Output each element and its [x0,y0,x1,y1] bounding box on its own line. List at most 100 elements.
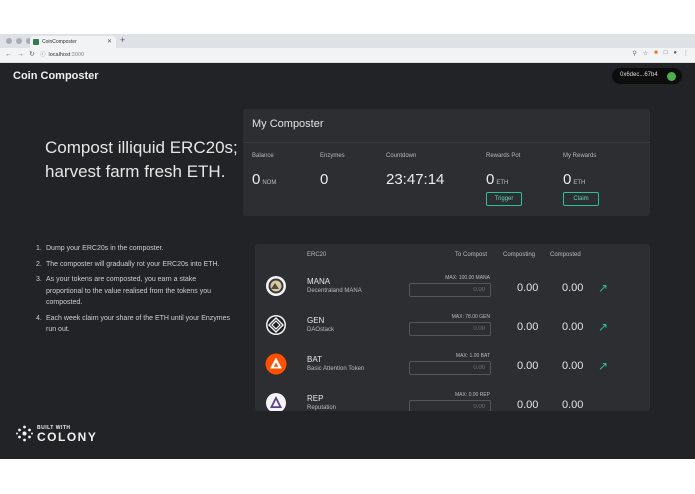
composted-value: 0.00 [562,282,584,294]
compost-amount-input[interactable] [409,322,491,336]
info-icon[interactable]: ⓘ [40,52,46,58]
countdown-label: Countdown [386,153,417,159]
tab-bar: CoinComposter ✕ + [0,34,695,48]
composted-value: 0.00 [562,321,584,333]
rep-token-icon [266,393,286,411]
token-name: Decentraland MANA [307,288,362,294]
rewards-pot-unit: ETH [496,180,509,186]
composting-value: 0.00 [517,282,539,294]
max-amount: MAX: 78.00 GEN [451,314,490,320]
wallet-avatar-icon [667,72,676,81]
card-divider [243,142,650,143]
compost-amount-input[interactable] [409,361,491,375]
max-amount: MAX: 0.00 REP [454,392,490,398]
my-rewards-unit: ETH [573,180,586,186]
rewards-pot-value: 0 ETH [486,171,509,188]
token-name: Basic Attention Token [307,366,365,372]
trigger-button[interactable]: Trigger [486,192,522,206]
table-row: BAT Basic Attention Token MAX: 1.00 BAT … [255,347,650,387]
composted-value: 0.00 [562,399,584,411]
browser-toolbar: ←→↻ ⓘ localhost:3000 ⚲ ☆ ■ □ ● ⋮ [0,48,695,62]
extension-icon[interactable]: ■ [654,50,658,57]
composting-value: 0.00 [517,360,539,372]
composted-value: 0.00 [562,360,584,372]
balance-unit: NOM [262,180,277,186]
bookmark-star-icon[interactable]: ☆ [643,50,648,57]
header-erc20: ERC20 [307,252,327,258]
browser-tab[interactable]: CoinComposter ✕ [30,36,116,48]
app-root: Coin Composter 0x6dec...67b4 Compost ill… [0,63,695,459]
countdown-value: 23:47:14 [386,171,445,188]
token-name: Reputation [307,405,337,411]
window-controls [6,38,32,44]
header-to-compost: To Compost [455,252,488,258]
header-composting: Composting [503,252,536,258]
browser-chrome: CoinComposter ✕ + ←→↻ ⓘ localhost:3000 ⚲ … [0,34,695,63]
composting-value: 0.00 [517,321,539,333]
zoom-icon[interactable]: ⚲ [632,50,636,57]
hero-line-2: harvest farm fresh ETH. [45,162,226,181]
composter-card: My Composter Balance 0 NOM Enzymes 0 Coun… [243,109,650,216]
balance-value: 0 NOM [252,171,277,188]
token-table[interactable]: ERC20 To Compost Composting Composted MA… [255,244,650,411]
gen-token-icon [266,315,286,335]
nav-buttons: ←→↻ [5,50,40,58]
wallet-address: 0x6dec...67b4 [620,72,658,78]
close-window-button[interactable] [6,38,12,44]
profile-icon[interactable]: ● [673,50,677,57]
instruction-step: 3. As your tokens are composted, you earn… [36,276,211,306]
hero-heading: Compost illiquid ERC20s; harvest farm fr… [45,136,238,184]
compost-arrow-icon[interactable]: ↗ [598,320,608,334]
reload-icon[interactable]: ↻ [29,51,40,58]
token-symbol: BAT [307,355,322,364]
hero-line-1: Compost illiquid ERC20s; [45,138,238,157]
colony-brand: COLONY [37,430,98,444]
bat-token-icon [265,353,287,375]
favicon-icon [33,39,39,45]
compost-amount-input[interactable] [409,283,491,297]
compost-arrow-icon[interactable]: ↗ [598,359,608,373]
table-row: GEN DAOstack MAX: 78.00 GEN 0.00 0.00 ↗ [255,308,650,348]
menu-icon[interactable]: ⋮ [683,50,689,57]
enzymes-label: Enzymes [320,153,345,159]
tab-title: CoinComposter [42,39,77,45]
forward-icon[interactable]: → [17,51,29,58]
composting-value: 0.00 [517,399,539,411]
table-row: MANA Decentraland MANA MAX: 100.00 MANA … [255,269,650,309]
minimize-window-button[interactable] [16,38,22,44]
token-symbol: GEN [307,316,325,325]
claim-button[interactable]: Claim [563,192,599,206]
colony-logo-icon [16,425,33,442]
back-icon[interactable]: ← [5,51,17,58]
rewards-pot-label: Rewards Pot [486,153,521,159]
balance-label: Balance [252,153,274,159]
table-row: REP Reputation MAX: 0.00 REP 0.00 0.00 [255,386,650,411]
url-host: localhost [48,52,71,58]
url-port: :3000 [70,52,84,58]
max-amount: MAX: 100.00 MANA [445,275,490,281]
my-rewards-label: My Rewards [563,153,597,159]
token-symbol: MANA [307,277,331,286]
app-title: Coin Composter [13,70,99,82]
mana-token-icon [266,276,286,296]
max-amount: MAX: 1.00 BAT [455,353,490,359]
instruction-step: 2. The composter will gradually rot your … [36,260,220,268]
token-symbol: REP [307,394,324,403]
wallet-address-button[interactable]: 0x6dec...67b4 [612,68,682,84]
close-tab-icon[interactable]: ✕ [107,38,112,45]
screenshot: CoinComposter ✕ + ←→↻ ⓘ localhost:3000 ⚲ … [0,0,695,494]
composter-title: My Composter [252,118,324,130]
instruction-step: 1. Dump your ERC20s in the composter. [36,245,164,252]
instruction-step: 4. Each week claim your share of the ETH … [36,314,231,334]
compost-arrow-icon[interactable]: ↗ [598,281,608,295]
instructions-list: 1. Dump your ERC20s in the composter. 2. T… [36,243,231,340]
compost-amount-input[interactable] [409,400,491,411]
address-bar[interactable]: ⓘ localhost:3000 [40,50,84,58]
token-name: DAOstack [307,327,335,333]
my-rewards-value: 0 ETH [563,171,586,188]
extension-square-icon[interactable]: □ [664,50,668,57]
enzymes-value: 0 [320,171,329,188]
header-composted: Composted [550,252,581,258]
toolbar-icons: ⚲ ☆ ■ □ ● ⋮ [632,50,689,57]
new-tab-icon[interactable]: + [120,35,125,45]
